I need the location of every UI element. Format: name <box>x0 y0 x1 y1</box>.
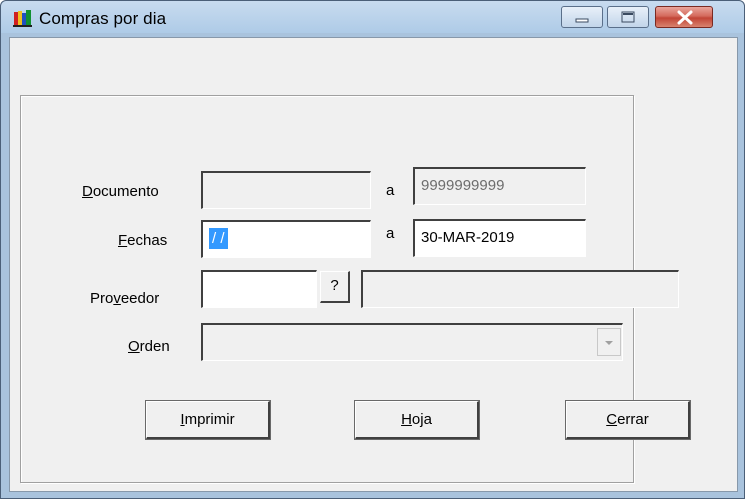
imprimir-button[interactable]: Imprimir <box>145 400 271 440</box>
maximize-icon <box>621 11 635 23</box>
orden-label: Orden <box>128 338 170 355</box>
fechas-to-label: a <box>386 225 395 242</box>
proveedor-code-input[interactable] <box>201 270 317 308</box>
chevron-down-icon <box>605 341 613 345</box>
cerrar-button[interactable]: Cerrar <box>565 400 691 440</box>
maximize-button[interactable] <box>607 6 649 28</box>
title-bar[interactable]: Compras por dia <box>1 1 744 33</box>
documento-label: Documento <box>82 183 159 200</box>
fechas-label: Fechas <box>118 232 168 249</box>
documento-to-value: 9999999999 <box>421 177 505 194</box>
orden-select[interactable] <box>201 323 623 361</box>
proveedor-lookup-button[interactable]: ? <box>320 271 350 303</box>
fechas-to-input[interactable]: 30-MAR-2019 <box>413 219 586 257</box>
proveedor-label: Proveedor <box>90 290 160 307</box>
orden-dropdown-button[interactable] <box>597 328 621 356</box>
fechas-from-value: / / <box>209 228 228 249</box>
proveedor-name-field <box>361 270 679 308</box>
minimize-button[interactable] <box>561 6 603 28</box>
close-button[interactable] <box>655 6 713 28</box>
documento-to-input[interactable]: 9999999999 <box>413 167 586 205</box>
hoja-button[interactable]: Hoja <box>354 400 480 440</box>
minimize-icon <box>575 18 589 23</box>
documento-to-label: a <box>386 182 395 199</box>
fechas-from-input[interactable]: / / <box>201 220 371 258</box>
books-icon <box>13 9 33 27</box>
window-title: Compras por dia <box>39 9 167 28</box>
documento-from-input[interactable] <box>201 171 371 209</box>
close-icon <box>677 10 693 25</box>
